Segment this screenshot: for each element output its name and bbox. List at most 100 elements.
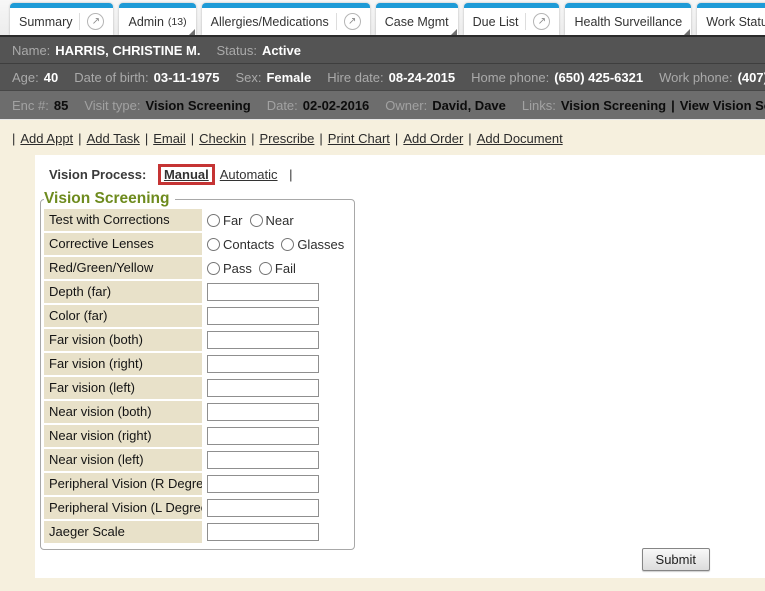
form-row-peripheral-vision-l-degree: Peripheral Vision (L Degree) [44, 497, 351, 519]
field-value: (407) 939 [738, 70, 765, 85]
field-label: Far vision (left) [44, 377, 202, 399]
action-link-add-task[interactable]: Add Task [87, 131, 140, 146]
radio-near[interactable] [250, 214, 263, 227]
input-peripheral-vision-r-degree[interactable] [207, 475, 319, 493]
tab-label: Work Status [706, 15, 765, 29]
radio-option-near[interactable]: Near [250, 213, 294, 228]
radio-option-contacts[interactable]: Contacts [207, 237, 274, 252]
radio-fail[interactable] [259, 262, 272, 275]
field-label: Depth (far) [44, 281, 202, 303]
field-control [202, 353, 351, 375]
dropdown-fold-icon [684, 29, 690, 35]
patient-status-field: Status: Active [216, 43, 301, 58]
tab-bar: Summary ↗ Admin(13)Allergies/Medications↗ C… [0, 0, 765, 37]
radio-option-fail[interactable]: Fail [259, 261, 296, 276]
input-near-vision-left[interactable] [207, 451, 319, 469]
tab-work-status[interactable]: Work Status↗ [697, 3, 765, 35]
tab-divider [79, 13, 80, 30]
radio-glasses[interactable] [281, 238, 294, 251]
tab-due-list[interactable]: Due List ↗ [464, 3, 560, 35]
demographic-hire-date: Hire date:08-24-2015 [327, 70, 455, 85]
demographic-work-phone: Work phone: (407) 939 [659, 70, 765, 85]
field-label: Visit type: [84, 98, 140, 113]
radio-label: Glasses [297, 237, 344, 252]
input-far-vision-both[interactable] [207, 331, 319, 349]
dropdown-fold-icon [189, 29, 195, 35]
form-rows: Test with CorrectionsFarNearCorrective L… [44, 209, 351, 543]
radio-contacts[interactable] [207, 238, 220, 251]
radio-option-pass[interactable]: Pass [207, 261, 252, 276]
form-row-far-vision-both: Far vision (both) [44, 329, 351, 351]
field-label: Work phone: [659, 70, 732, 85]
action-link-add-document[interactable]: Add Document [477, 131, 563, 146]
input-far-vision-right[interactable] [207, 355, 319, 373]
encounter-bar: Enc #:85Visit type:Vision ScreeningDate:… [0, 90, 765, 120]
open-in-new-icon[interactable]: ↗ [87, 13, 104, 30]
field-value: 03-11-1975 [154, 70, 220, 85]
form-row-far-vision-right: Far vision (right) [44, 353, 351, 375]
radio-label: Fail [275, 261, 296, 276]
input-far-vision-left[interactable] [207, 379, 319, 397]
radio-option-far[interactable]: Far [207, 213, 243, 228]
tab-label: Due List [473, 15, 519, 29]
field-label: Red/Green/Yellow [44, 257, 202, 279]
form-row-near-vision-both: Near vision (both) [44, 401, 351, 423]
field-value: David, Dave [432, 98, 506, 113]
input-near-vision-both[interactable] [207, 403, 319, 421]
input-near-vision-right[interactable] [207, 427, 319, 445]
tab-allergies-medications[interactable]: Allergies/Medications↗ [202, 3, 370, 35]
vision-process-option-automatic[interactable]: Automatic [220, 167, 278, 182]
field-label: Peripheral Vision (R Degree) [44, 473, 202, 495]
trailing-separator: | [289, 167, 292, 182]
tab-label: Case Mgmt [385, 15, 449, 29]
field-value: 40 [44, 70, 58, 85]
separator: | [395, 131, 398, 146]
form-row-peripheral-vision-r-degree: Peripheral Vision (R Degree) [44, 473, 351, 495]
vision-process-option-manual[interactable]: Manual [164, 167, 209, 182]
field-value: 08-24-2015 [389, 70, 456, 85]
field-value: Vision Screening [145, 98, 250, 113]
action-link-add-order[interactable]: Add Order [403, 131, 463, 146]
form-row-far-vision-left: Far vision (left) [44, 377, 351, 399]
input-color-far[interactable] [207, 307, 319, 325]
field-label: Far vision (both) [44, 329, 202, 351]
demographics-bar: Age:40Date of birth:03-11-1975Sex:Female… [0, 63, 765, 90]
tab-admin[interactable]: Admin(13) [119, 3, 195, 35]
form-row-near-vision-right: Near vision (right) [44, 425, 351, 447]
form-row-depth-far: Depth (far) [44, 281, 351, 303]
action-link-email[interactable]: Email [153, 131, 186, 146]
link-view-vision-screening[interactable]: View Vision Screening [680, 98, 765, 113]
field-label: Jaeger Scale [44, 521, 202, 543]
radio-option-glasses[interactable]: Glasses [281, 237, 344, 252]
submit-button[interactable]: Submit [642, 548, 710, 571]
action-link-prescribe[interactable]: Prescribe [259, 131, 314, 146]
radio-pass[interactable] [207, 262, 220, 275]
input-jaeger-scale[interactable] [207, 523, 319, 541]
fieldset-legend: Vision Screening [44, 190, 175, 208]
tab-health-surveillance[interactable]: Health Surveillance [565, 3, 691, 35]
field-control: Contacts Glasses [202, 233, 351, 255]
input-depth-far[interactable] [207, 283, 319, 301]
tab-label: Summary [19, 15, 72, 29]
tab-case-mgmt[interactable]: Case Mgmt [376, 3, 458, 35]
field-control: Far Near [202, 209, 351, 231]
radio-label: Near [266, 213, 294, 228]
action-link-print-chart[interactable]: Print Chart [328, 131, 390, 146]
link-vision-screening[interactable]: Vision Screening [561, 98, 666, 113]
action-link-checkin[interactable]: Checkin [199, 131, 246, 146]
input-peripheral-vision-l-degree[interactable] [207, 499, 319, 517]
open-in-new-icon[interactable]: ↗ [533, 13, 550, 30]
separator: | [468, 131, 471, 146]
field-label: Date: [267, 98, 298, 113]
open-in-new-icon[interactable]: ↗ [344, 13, 361, 30]
action-link-add-appt[interactable]: Add Appt [20, 131, 73, 146]
tab-summary[interactable]: Summary ↗ [10, 3, 113, 35]
vision-process-label: Vision Process: [49, 167, 146, 182]
demographic-date-of-birth: Date of birth:03-11-1975 [74, 70, 219, 85]
radio-far[interactable] [207, 214, 220, 227]
field-value: 02-02-2016 [303, 98, 370, 113]
radio-label: Pass [223, 261, 252, 276]
encounter-links: Links:Vision Screening|View Vision Scree… [522, 98, 765, 113]
field-control [202, 497, 351, 519]
field-label: Near vision (both) [44, 401, 202, 423]
